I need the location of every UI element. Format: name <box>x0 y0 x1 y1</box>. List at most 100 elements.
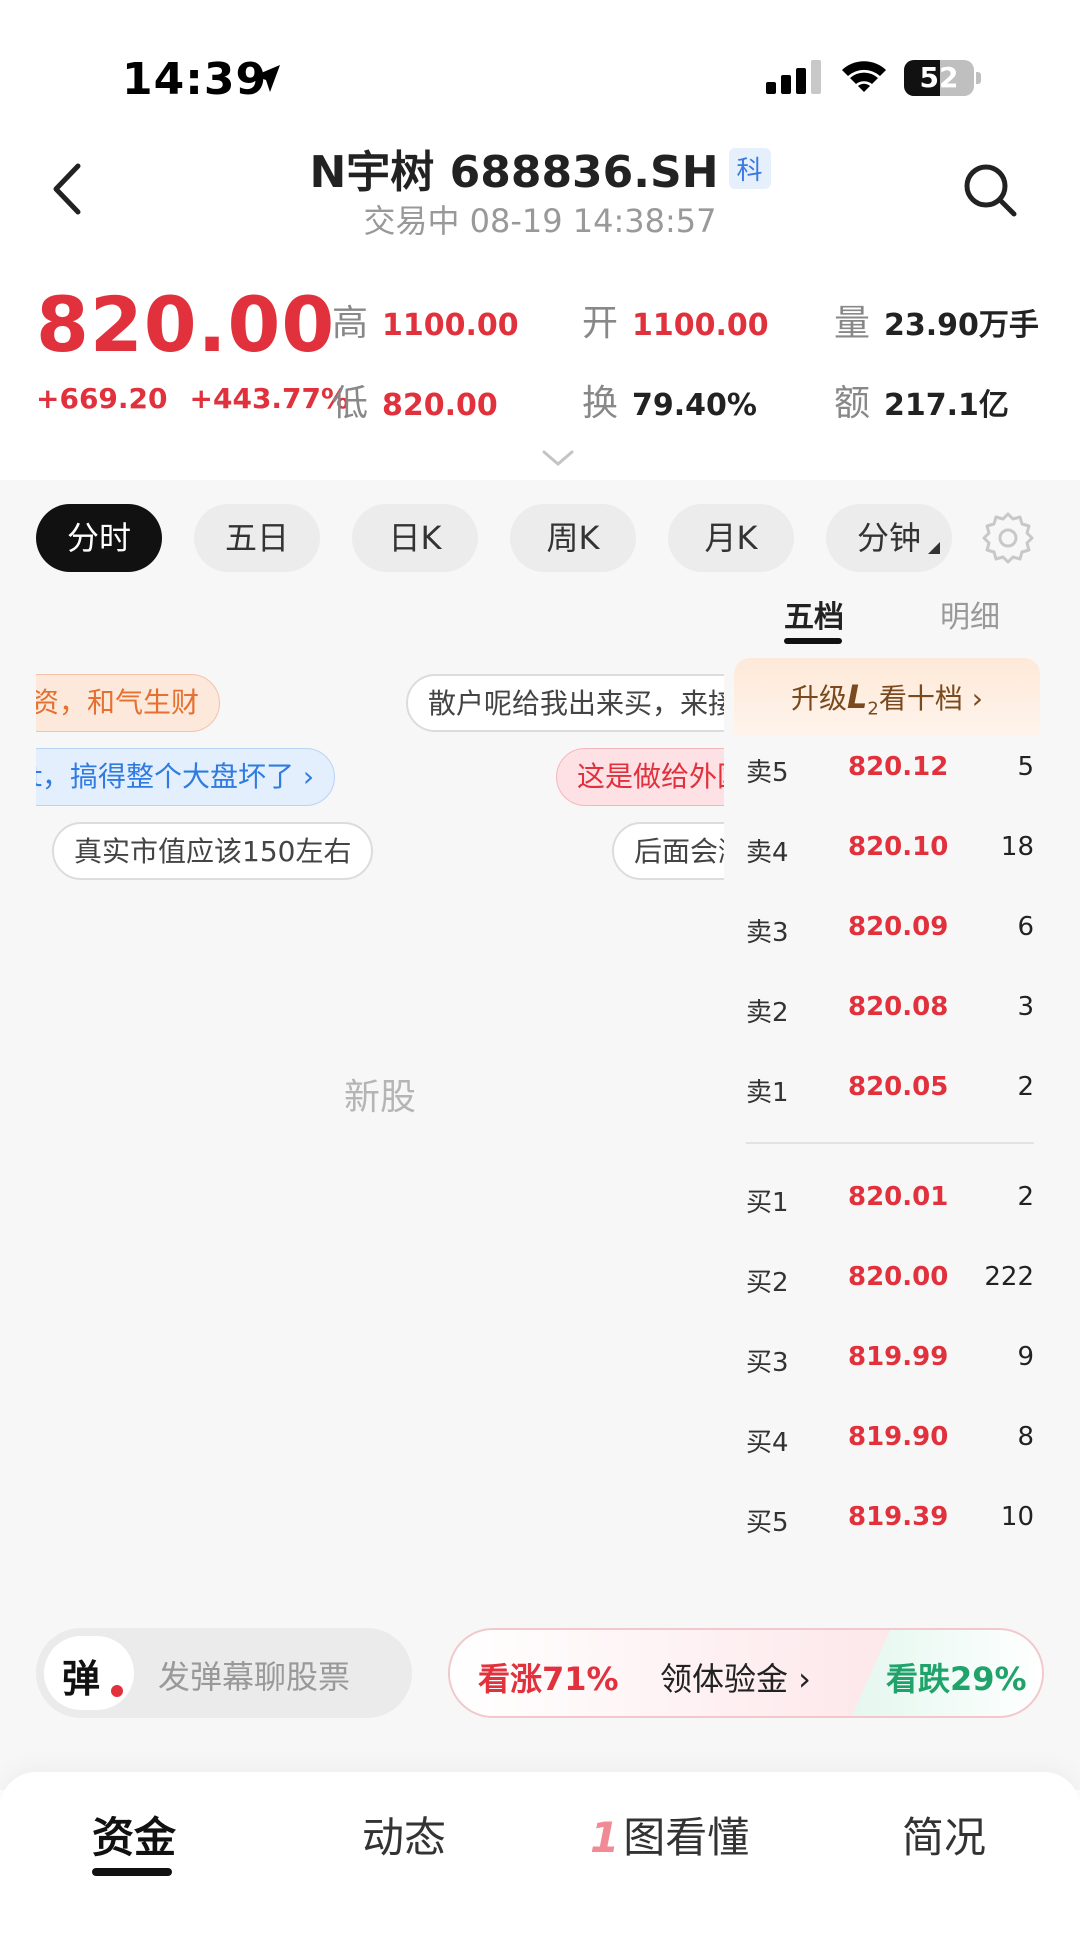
upgrade-l2-banner[interactable]: 升级L2看十档 › <box>734 658 1040 736</box>
bid-level-price: 819.90 <box>848 1422 949 1452</box>
bid-level-row[interactable]: 买3 819.99 9 <box>740 1342 1040 1382</box>
ask-level-price: 820.10 <box>848 832 949 862</box>
claim-trial-gold-link[interactable]: 领体验金 › <box>660 1654 811 1700</box>
ask-level-price: 820.09 <box>848 912 949 942</box>
danmaku-toggle-icon[interactable]: 弹 <box>44 1636 134 1710</box>
bid-level-price: 820.01 <box>848 1182 949 1212</box>
nav-one-chart[interactable]: 1图看懂 <box>590 1804 749 1865</box>
new-stock-placeholder: 新股 <box>343 1077 416 1118</box>
nav-one-chart-label: 图看懂 <box>623 1813 750 1862</box>
ask-level-row[interactable]: 卖4 820.10 18 <box>740 832 1040 872</box>
quote-turnover-rate: 换 79.40% <box>582 383 757 424</box>
ask-level-label: 卖4 <box>746 838 789 868</box>
bid-level-quantity: 8 <box>1017 1422 1034 1452</box>
bid-level-price: 820.00 <box>848 1262 949 1292</box>
ask-level-label: 卖2 <box>746 998 789 1028</box>
tab-daily-k[interactable]: 日K <box>352 504 478 572</box>
tab-details[interactable]: 明细 <box>940 592 1000 636</box>
ask-level-price: 820.08 <box>848 992 949 1022</box>
ask-level-row[interactable]: 卖3 820.09 6 <box>740 912 1040 952</box>
ask-level-quantity: 6 <box>1017 912 1034 942</box>
danmaku-bubble[interactable]: 后面会涨 <box>612 822 724 880</box>
ask-level-quantity: 5 <box>1017 752 1034 782</box>
quote-amount: 额 217.1亿 <box>834 383 1009 424</box>
tab-weekly-k[interactable]: 周K <box>510 504 636 572</box>
chevron-down-icon[interactable] <box>542 448 574 468</box>
danmaku-placeholder: 发弹幕聊股票 <box>158 1658 351 1696</box>
change-percent: +443.77% <box>189 382 350 415</box>
ask-level-price: 820.05 <box>848 1072 949 1102</box>
battery-level: 52 <box>919 61 959 94</box>
vote-bullish-button[interactable]: 看涨71% <box>478 1654 619 1700</box>
danmaku-bubble[interactable]: 这是做给外国 <box>556 748 724 806</box>
danmaku-bubble[interactable]: t，搞得整个大盘坏了 › <box>36 748 336 806</box>
tab-five-levels[interactable]: 五档 <box>784 592 844 636</box>
bid-level-price: 819.39 <box>848 1502 949 1532</box>
ask-level-row[interactable]: 卖2 820.08 3 <box>740 992 1040 1032</box>
vote-bearish-button[interactable]: 看跌29% <box>886 1654 1027 1700</box>
nav-one-chart-mark: 1 <box>590 1813 620 1862</box>
status-time: 14:39 <box>122 54 268 105</box>
tab-minute-label: 分钟 <box>856 519 921 557</box>
orderbook-tabs: 五档 明细 <box>740 592 1060 642</box>
tab-monthly-k[interactable]: 月K <box>668 504 794 572</box>
danmaku-input[interactable]: 弹 发弹幕聊股票 <box>36 1628 412 1718</box>
price-change: +669.20 +443.77% <box>36 382 349 415</box>
ask-level-row[interactable]: 卖5 820.12 5 <box>740 752 1040 792</box>
quote-high: 高 1100.00 <box>332 303 519 344</box>
bid-level-row[interactable]: 买2 820.00 222 <box>740 1262 1040 1302</box>
bid-level-quantity: 222 <box>984 1262 1034 1292</box>
danmaku-bubble[interactable]: 真实市值应该150左右 <box>52 822 374 880</box>
orderbook-tab-underline <box>784 638 842 644</box>
bid-level-label: 买2 <box>746 1268 789 1298</box>
bid-level-row[interactable]: 买1 820.01 2 <box>740 1182 1040 1222</box>
wifi-icon <box>842 61 886 92</box>
status-bar: 14:39 52 <box>0 0 1080 120</box>
quote-panel: 820.00 +669.20 +443.77% 高 1100.00 开 1100.00… <box>0 270 1080 480</box>
search-icon[interactable] <box>962 162 1018 218</box>
ask-level-price: 820.12 <box>848 752 949 782</box>
dropdown-triangle-icon <box>928 542 940 554</box>
bid-level-price: 819.99 <box>848 1342 949 1372</box>
ask-level-quantity: 2 <box>1017 1072 1034 1102</box>
tab-minute[interactable]: 分钟 <box>826 504 952 572</box>
bid-level-row[interactable]: 买4 819.90 8 <box>740 1422 1040 1462</box>
bid-level-label: 买1 <box>746 1188 789 1218</box>
bid-level-quantity: 2 <box>1017 1182 1034 1212</box>
quote-open: 开 1100.00 <box>582 303 769 344</box>
battery-icon: 52 <box>904 60 981 96</box>
danmaku-area: 资，和气生财 散户呢给我出来买，来接 t，搞得整个大盘坏了 › 这是做给外国 真… <box>36 660 724 900</box>
nav-active-underline <box>92 1868 172 1876</box>
ask-level-row[interactable]: 卖1 820.05 2 <box>740 1072 1040 1112</box>
stock-title: N宇树 688836.SH <box>309 147 719 198</box>
tab-five-day[interactable]: 五日 <box>194 504 320 572</box>
ask-level-quantity: 18 <box>1000 832 1034 862</box>
nav-funds[interactable]: 资金 <box>92 1804 176 1865</box>
title-row: N宇树 688836.SH 科 <box>0 136 1080 200</box>
cellular-signal-icon <box>766 60 821 94</box>
last-price: 820.00 <box>36 280 336 369</box>
bid-level-label: 买5 <box>746 1508 789 1538</box>
bid-level-quantity: 9 <box>1017 1342 1034 1372</box>
ask-level-quantity: 3 <box>1017 992 1034 1022</box>
location-arrow-icon <box>254 65 280 92</box>
nav-overview[interactable]: 简况 <box>902 1804 986 1865</box>
stock-header: N宇树 688836.SH 科 交易中 08-19 14:38:57 <box>0 120 1080 270</box>
quote-volume: 量 23.90万手 <box>834 303 1039 344</box>
gear-icon[interactable] <box>980 510 1036 566</box>
bid-level-label: 买4 <box>746 1428 789 1458</box>
bid-level-quantity: 10 <box>1000 1502 1034 1532</box>
orderbook-divider <box>746 1142 1034 1144</box>
bid-level-row[interactable]: 买5 819.39 10 <box>740 1502 1040 1542</box>
quote-low: 低 820.00 <box>332 383 498 424</box>
change-amount: +669.20 <box>36 382 168 415</box>
ask-level-label: 卖5 <box>746 758 789 788</box>
danmaku-bubble[interactable]: 散户呢给我出来买，来接 <box>406 674 724 732</box>
sentiment-vote-bar: 看涨71% 领体验金 › 看跌29% <box>448 1628 1044 1718</box>
nav-news[interactable]: 动态 <box>362 1804 446 1865</box>
ask-level-label: 卖1 <box>746 1078 789 1108</box>
trading-status: 交易中 08-19 14:38:57 <box>363 202 717 240</box>
danmaku-bubble[interactable]: 资，和气生财 <box>36 674 221 732</box>
star-market-badge: 科 <box>728 147 771 189</box>
tab-intraday[interactable]: 分时 <box>36 504 162 572</box>
